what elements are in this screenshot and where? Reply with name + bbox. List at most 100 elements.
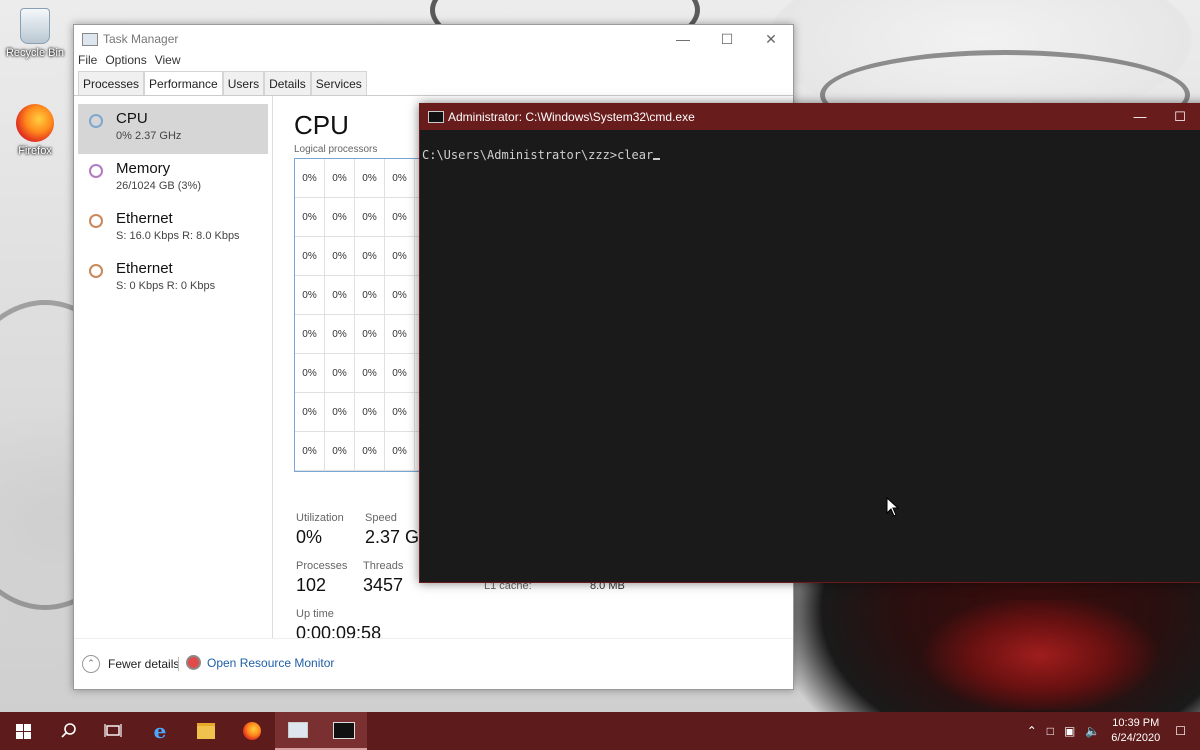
logical-processor-cell: 0%: [325, 432, 355, 471]
sidebar-item-name: CPU: [116, 110, 148, 127]
logical-processor-cell: 0%: [325, 159, 355, 198]
logical-processor-cell: 0%: [295, 354, 325, 393]
performance-sidebar: CPU 0% 2.37 GHz Memory 26/1024 GB (3%) E…: [74, 96, 273, 639]
logical-processor-cell: 0%: [385, 315, 415, 354]
logical-processor-cell: 0%: [355, 432, 385, 471]
ethernet-indicator-icon: [89, 264, 103, 278]
recycle-bin-icon: [20, 8, 50, 44]
taskbar-file-explorer[interactable]: [183, 712, 229, 750]
open-resource-monitor-label: Open Resource Monitor: [207, 655, 335, 670]
cmd-input: clear: [617, 148, 654, 162]
taskbar-firefox[interactable]: [229, 712, 275, 750]
start-button[interactable]: [0, 712, 46, 750]
sidebar-item-memory[interactable]: Memory 26/1024 GB (3%): [78, 154, 268, 204]
stat-value: 102: [296, 575, 327, 595]
send-value: 0 Kbps: [129, 280, 164, 292]
cmd-line: C:\Users\Administrator\zzz>clear: [422, 148, 661, 162]
task-manager-icon: [288, 722, 308, 738]
taskbar-internet-explorer[interactable]: e: [137, 712, 183, 750]
sidebar-item-ethernet-1[interactable]: Ethernet S: 16.0 Kbps R: 8.0 Kbps: [78, 204, 268, 254]
network-icon[interactable]: ▣: [1064, 724, 1075, 738]
system-tray: ⌃ □ ▣ 🔈 10:39 PM 6/24/2020 ☐: [1022, 712, 1200, 750]
desktop-icon-recycle-bin[interactable]: Recycle Bin: [4, 8, 66, 59]
logical-processor-cell: 0%: [385, 198, 415, 237]
cpu-indicator-icon: [89, 114, 103, 128]
sidebar-item-sub: 0% 2.37 GHz: [116, 130, 182, 142]
logical-processor-cell: 0%: [325, 237, 355, 276]
volume-muted-icon[interactable]: 🔈: [1085, 724, 1100, 738]
sidebar-item-name: Ethernet: [116, 260, 173, 277]
cmd-prompt: C:\Users\Administrator\zzz>: [422, 148, 618, 162]
chevron-up-icon: ⌃: [82, 655, 100, 673]
taskbar-cmd[interactable]: [321, 712, 367, 750]
stat-value: 0%: [296, 527, 323, 547]
menu-view[interactable]: View: [155, 53, 181, 71]
tab-services[interactable]: Services: [310, 71, 367, 95]
stat-label: Utilization: [296, 512, 344, 524]
cmd-app-icon: [428, 111, 444, 123]
task-view-button[interactable]: [90, 712, 136, 750]
task-manager-footer: ⌃ Fewer details Open Resource Monitor: [74, 638, 793, 689]
maximize-icon[interactable]: ☐: [1160, 109, 1200, 125]
fewer-details-button[interactable]: ⌃ Fewer details: [82, 655, 179, 673]
task-manager-tabs: Processes Performance Users Details Serv…: [74, 71, 793, 96]
logical-processor-cell: 0%: [385, 276, 415, 315]
firefox-icon: [243, 722, 261, 740]
logical-processor-cell: 0%: [355, 159, 385, 198]
logical-processor-cell: 0%: [385, 393, 415, 432]
open-resource-monitor-link[interactable]: Open Resource Monitor: [186, 655, 334, 670]
tab-users[interactable]: Users: [222, 71, 265, 95]
logical-processor-cell: 0%: [295, 393, 325, 432]
sidebar-item-ethernet-2[interactable]: Ethernet S: 0 Kbps R: 0 Kbps: [78, 254, 268, 304]
task-manager-titlebar[interactable]: Task Manager — ☐ ✕: [74, 25, 793, 53]
stat-utilization: Utilization 0%: [296, 512, 344, 548]
taskbar-clock[interactable]: 10:39 PM 6/24/2020: [1111, 716, 1160, 746]
action-center-icon[interactable]: ☐: [1175, 724, 1186, 738]
cmd-console[interactable]: C:\Users\Administrator\zzz>clear: [420, 130, 1200, 582]
receive-value: 0 Kbps: [180, 280, 216, 292]
stat-processes: Processes 102: [296, 560, 347, 596]
maximize-icon[interactable]: ☐: [705, 31, 749, 48]
logical-processor-cell: 0%: [355, 354, 385, 393]
memory-indicator-icon: [89, 164, 103, 178]
search-button[interactable]: [46, 712, 92, 750]
tab-processes[interactable]: Processes: [78, 71, 145, 95]
cmd-titlebar[interactable]: Administrator: C:\Windows\System32\cmd.e…: [420, 104, 1200, 130]
minimize-icon[interactable]: —: [1120, 109, 1160, 125]
logical-processor-cell: 0%: [385, 432, 415, 471]
sidebar-item-cpu[interactable]: CPU 0% 2.37 GHz: [78, 104, 268, 154]
sidebar-item-sub: S: 0 Kbps R: 0 Kbps: [116, 280, 268, 292]
resource-monitor-icon: [186, 655, 201, 670]
logical-processor-cell: 0%: [325, 198, 355, 237]
minimize-icon[interactable]: —: [661, 31, 705, 48]
logical-processor-cell: 0%: [325, 354, 355, 393]
logical-processor-cell: 0%: [385, 159, 415, 198]
cmd-icon: [333, 721, 355, 739]
menu-file[interactable]: File: [78, 53, 97, 71]
stat-threads: Threads 3457: [363, 560, 403, 596]
tab-details[interactable]: Details: [264, 71, 311, 95]
stat-label: Processes: [296, 560, 348, 572]
clock-date: 6/24/2020: [1111, 732, 1161, 744]
close-icon[interactable]: ✕: [749, 31, 793, 48]
search-icon: [61, 723, 76, 738]
logical-processor-cell: 0%: [295, 159, 325, 198]
desktop-icon-firefox[interactable]: Firefox: [4, 104, 66, 157]
send-label: S:: [116, 230, 127, 242]
menu-options[interactable]: Options: [105, 53, 146, 71]
cmd-title: Administrator: C:\Windows\System32\cmd.e…: [448, 110, 695, 124]
tray-window-icon[interactable]: □: [1047, 724, 1054, 738]
logical-processor-cell: 0%: [295, 237, 325, 276]
taskbar-task-manager[interactable]: [275, 712, 321, 750]
tab-performance[interactable]: Performance: [144, 71, 223, 95]
sidebar-item-sub: S: 16.0 Kbps R: 8.0 Kbps: [116, 230, 268, 242]
receive-label: R:: [166, 280, 178, 292]
tray-chevron-up-icon[interactable]: ⌃: [1027, 724, 1037, 738]
cmd-window[interactable]: Administrator: C:\Windows\System32\cmd.e…: [419, 103, 1200, 583]
send-label: S:: [116, 280, 127, 292]
logical-processor-cell: 0%: [355, 198, 385, 237]
stat-label: Up time: [296, 608, 334, 620]
task-manager-menubar: File Options View: [74, 53, 793, 71]
task-manager-app-icon: [82, 32, 98, 46]
folder-icon: [197, 723, 215, 739]
